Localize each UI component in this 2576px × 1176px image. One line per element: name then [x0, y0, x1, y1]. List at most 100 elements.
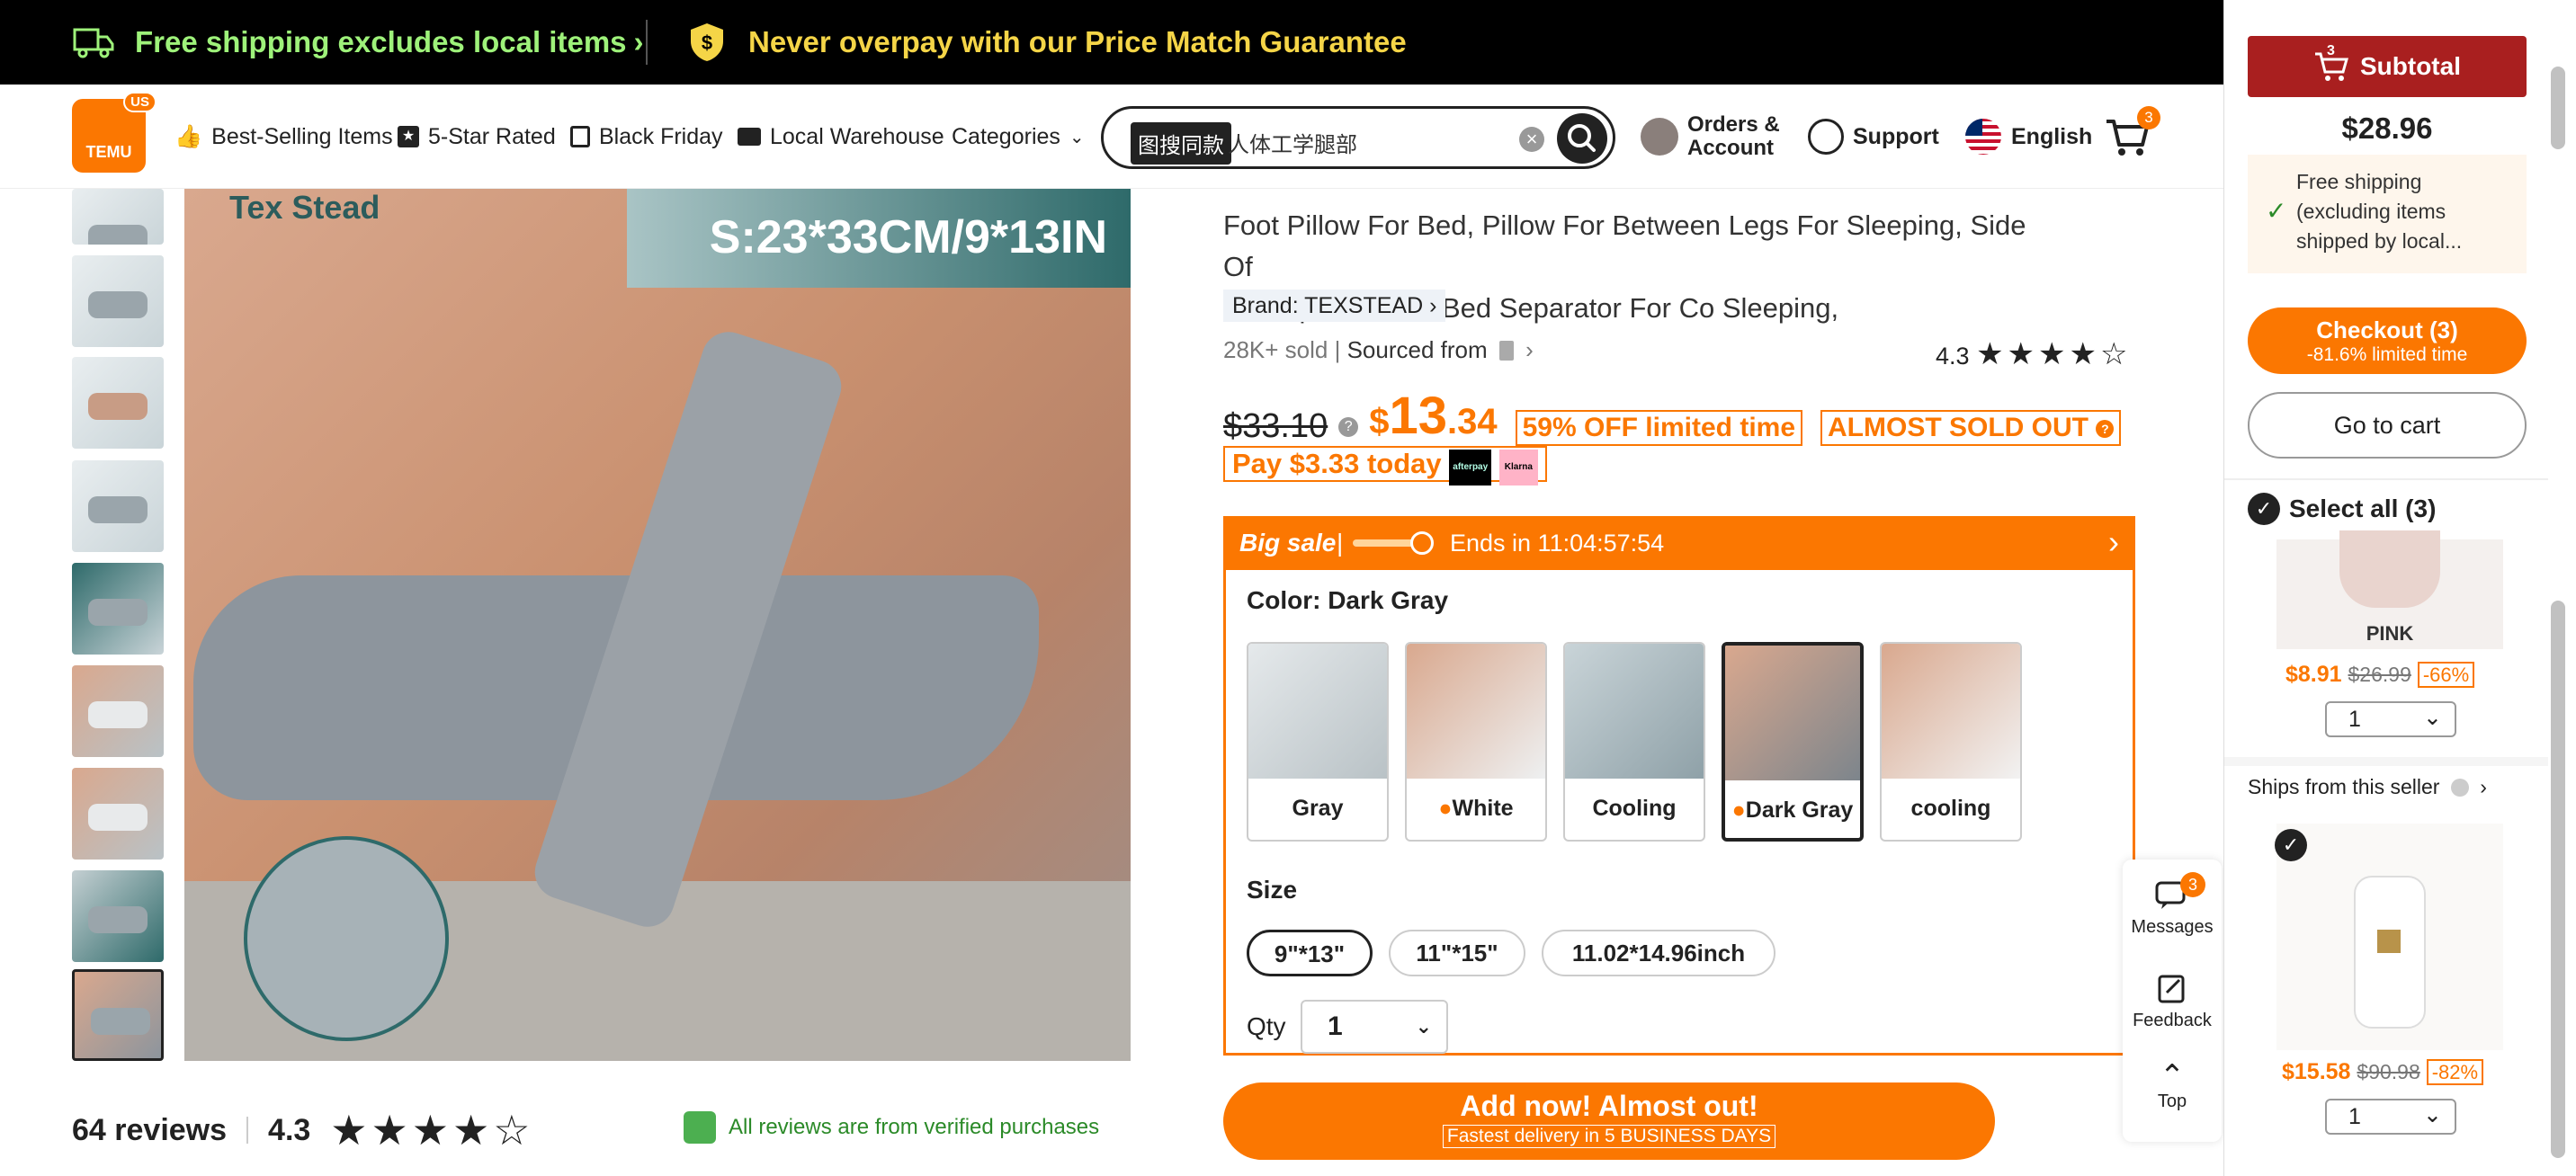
- item-discount: -66%: [2417, 662, 2475, 688]
- sidebar-top-scrollbar[interactable]: [2551, 67, 2565, 149]
- orders-line1: Orders &: [1687, 112, 1780, 137]
- sourced-from[interactable]: Sourced from: [1347, 336, 1488, 363]
- current-price: $13.34: [1369, 386, 1497, 446]
- cart-item-image[interactable]: PINK: [2276, 530, 2503, 649]
- messages-label: Messages: [2131, 917, 2214, 937]
- color-option-label: Gray: [1292, 796, 1344, 821]
- nav-categories-label: Categories: [952, 123, 1060, 149]
- cart-item-image[interactable]: ✓: [2275, 824, 2503, 1050]
- color-option-cooling[interactable]: Cooling: [1563, 642, 1705, 842]
- support-link[interactable]: Support: [1808, 85, 1939, 189]
- thumbnail[interactable]: [72, 870, 164, 962]
- search-button[interactable]: [1557, 113, 1607, 164]
- chevron-down-icon: ⌄: [2423, 705, 2442, 730]
- price-info-icon[interactable]: ?: [1338, 417, 1359, 437]
- price-match-text: Never overpay with our Price Match Guara…: [748, 25, 1407, 58]
- support-label: Support: [1853, 123, 1939, 149]
- orders-account[interactable]: Orders & Account: [1641, 85, 1780, 189]
- clock-icon: [1410, 531, 1434, 555]
- color-option-white[interactable]: ●White: [1405, 642, 1547, 842]
- almost-sold-out-label: ALMOST SOLD OUT: [1828, 413, 2089, 442]
- info-icon: ?: [2096, 420, 2115, 438]
- search-input[interactable]: 人体工学腿部: [1228, 127, 1357, 158]
- add-to-cart-button[interactable]: Add now! Almost out! Fastest delivery in…: [1223, 1082, 1995, 1160]
- temu-logo[interactable]: TEMU US: [72, 92, 157, 173]
- truck-icon: [73, 28, 114, 58]
- nav-local-warehouse[interactable]: Local Warehouse: [738, 85, 944, 189]
- color-option-dark-gray[interactable]: ●Dark Gray: [1722, 642, 1864, 842]
- free-shipping-banner[interactable]: Free shipping excludes local items ›: [72, 0, 644, 85]
- original-price: $33.10: [1223, 407, 1328, 445]
- product-title-line1: Foot Pillow For Bed, Pillow For Between …: [1223, 209, 2026, 282]
- search-bar[interactable]: 图搜同款 人体工学腿部 ×: [1101, 106, 1615, 169]
- cart-button[interactable]: 3: [2105, 85, 2160, 189]
- thumbnail-selected[interactable]: [72, 969, 164, 1061]
- size-option-11x15[interactable]: 11"*15": [1389, 930, 1525, 976]
- logo-country-badge: US: [123, 92, 157, 112]
- big-sale-bar[interactable]: Big sale | Ends in 11:04:57:54 ›: [1223, 516, 2135, 570]
- thumbnail[interactable]: [72, 665, 164, 757]
- qty-select[interactable]: 1 ⌄: [1301, 1000, 1448, 1054]
- thumbnail[interactable]: [72, 563, 164, 655]
- thumbnail[interactable]: [72, 768, 164, 860]
- local-truck-icon: [738, 128, 761, 146]
- thumbnail[interactable]: [72, 357, 164, 449]
- thumbnail[interactable]: [72, 255, 164, 347]
- sold-info: 28K+ sold | Sourced from ›: [1223, 336, 1534, 364]
- size-label: Size: [1247, 876, 1298, 904]
- nav-five-star[interactable]: ★ 5-Star Rated: [398, 85, 556, 189]
- color-option-label: Cooling: [1592, 796, 1677, 821]
- checkmark-icon: ✓: [2266, 197, 2287, 225]
- verified-shield-icon: [684, 1111, 716, 1144]
- ships-from-label: Ships from this seller: [2248, 775, 2440, 798]
- subtotal-label: Subtotal: [2360, 52, 2461, 80]
- klarna-badge: Klarna: [1498, 450, 1538, 486]
- ships-from-seller[interactable]: Ships from this seller ›: [2248, 775, 2487, 799]
- item-discount: -82%: [2426, 1059, 2484, 1085]
- chevron-right-icon: ›: [2108, 523, 2119, 560]
- shield-dollar-icon: $: [691, 23, 723, 61]
- thumbnail[interactable]: [72, 460, 164, 552]
- nav-best-selling[interactable]: 👍 Best-Selling Items: [174, 85, 393, 189]
- discount-tag: 59% OFF limited time: [1515, 410, 1803, 446]
- nav-black-friday[interactable]: Black Friday: [570, 85, 723, 189]
- go-to-cart-button[interactable]: Go to cart: [2248, 392, 2527, 459]
- image-search-chip[interactable]: 图搜同款: [1131, 122, 1231, 165]
- pay-today-tag[interactable]: Pay $3.33 today afterpay Klarna: [1223, 446, 1547, 486]
- product-rating[interactable]: 4.3 ★★★★☆: [1936, 336, 2131, 372]
- nav-categories[interactable]: Categories ⌄: [952, 85, 1085, 189]
- price-match-banner[interactable]: $ Never overpay with our Price Match Gua…: [687, 0, 1407, 85]
- select-all[interactable]: ✓ Select all (3): [2248, 493, 2436, 525]
- big-sale-label: Big sale: [1239, 529, 1337, 557]
- floating-tools: 3 Messages Feedback ⌃ Top: [2123, 860, 2222, 1142]
- messages-tool[interactable]: 3 Messages: [2123, 872, 2222, 938]
- color-option-label: ●White: [1407, 779, 1545, 840]
- almost-sold-out-tag[interactable]: ALMOST SOLD OUT ?: [1820, 410, 2122, 446]
- sidebar-scrollbar[interactable]: [2551, 601, 2565, 1158]
- cart-item-qty-select[interactable]: 1 ⌄: [2325, 1099, 2456, 1135]
- thumbnail[interactable]: [72, 189, 164, 245]
- brand-link[interactable]: Brand: TEXSTEAD ›: [1223, 290, 1446, 322]
- checkout-button[interactable]: Checkout (3) -81.6% limited time: [2248, 307, 2527, 374]
- checkout-label: Checkout (3): [2316, 316, 2458, 343]
- nav-black-friday-label: Black Friday: [599, 123, 723, 149]
- color-option-text: White: [1452, 796, 1514, 821]
- color-option-cooling-white[interactable]: cooling white: [1880, 642, 2022, 842]
- cart-item-qty-select[interactable]: 1 ⌄: [2325, 701, 2456, 737]
- sold-count: 28K+ sold: [1223, 336, 1328, 363]
- language-selector[interactable]: English: [1964, 85, 2092, 189]
- reviews-summary[interactable]: 64 reviews 4.3 ★★★★☆: [72, 1106, 534, 1154]
- clear-search-icon[interactable]: ×: [1519, 127, 1544, 152]
- back-to-top-tool[interactable]: ⌃ Top: [2123, 1061, 2222, 1112]
- free-shipping-note: ✓ Free shipping (excluding items shipped…: [2248, 155, 2527, 273]
- color-option-gray[interactable]: Gray: [1247, 642, 1389, 842]
- feedback-tool[interactable]: Feedback: [2123, 973, 2222, 1031]
- item-old-price: $26.99: [2348, 663, 2411, 686]
- hot-drop-icon: ●: [1731, 797, 1746, 823]
- size-option-11-02x14-96[interactable]: 11.02*14.96inch: [1542, 930, 1775, 976]
- subtotal-cart-badge: 3: [2327, 43, 2335, 58]
- size-option-9x13[interactable]: 9"*13": [1247, 930, 1373, 976]
- item-check-icon[interactable]: ✓: [2275, 829, 2307, 861]
- orders-account-label: Orders & Account: [1687, 113, 1780, 160]
- main-product-image[interactable]: S:23*33CM/9*13IN Tex Stead: [184, 189, 1131, 1061]
